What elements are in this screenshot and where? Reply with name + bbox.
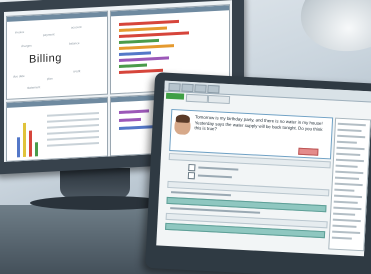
list-row[interactable] [337,134,366,139]
checkbox[interactable] [187,171,196,180]
list-row[interactable] [334,188,355,192]
toolbar-button[interactable] [181,83,194,93]
list-row[interactable] [334,182,363,187]
chart-bar [119,109,149,114]
list-row[interactable] [335,158,364,163]
form-text-line [197,174,232,179]
chart-bar [119,51,151,56]
response-form [165,152,331,246]
chart-bar [119,44,174,50]
grid-line [47,142,99,147]
chart-column [23,122,26,158]
grid-line [47,136,99,141]
form-text-line [170,191,231,197]
chart-bar [119,125,155,130]
toolbar-button[interactable] [207,84,220,94]
laptop-screen: Tomorrow is my birthday party, and there… [156,80,371,257]
list-row[interactable] [333,206,362,211]
list-row[interactable] [337,122,366,127]
tab[interactable] [185,93,209,103]
grid-line [47,112,99,117]
pane-titlebar [7,97,107,108]
grid-line [47,118,99,123]
chart-column [35,142,38,157]
billing-pane: invoice payment account charges balance … [6,10,108,100]
column-chart-pane [6,96,108,162]
form-text-line [198,166,239,171]
tab[interactable] [207,94,231,105]
chart-bar [119,19,179,26]
list-row[interactable] [332,230,361,235]
list-row[interactable] [333,200,358,204]
chart-column [17,137,20,158]
list-row[interactable] [333,212,356,216]
side-list-panel [328,117,371,252]
reply-button[interactable] [298,147,319,156]
list-row[interactable] [331,236,352,240]
pane-titlebar [111,5,229,17]
grid-line [47,124,99,129]
active-tab[interactable] [165,92,185,100]
front-laptop: Tomorrow is my birthday party, and there… [145,72,371,274]
list-row[interactable] [332,218,361,223]
list-row[interactable] [337,128,362,132]
pane-titlebar [7,11,107,22]
chart-bar [119,26,167,32]
list-row[interactable] [334,194,363,199]
chart-bar [119,31,189,38]
customer-message-panel: Tomorrow is my birthday party, and there… [169,109,334,160]
chart-bar [119,38,159,44]
chart-bar [119,117,141,122]
illustration-scene: invoice payment account charges balance … [0,0,371,274]
back-monitor-stand [60,168,130,198]
chart-column [29,130,32,157]
list-row[interactable] [336,146,365,151]
list-row[interactable] [335,170,364,175]
list-row[interactable] [332,224,357,228]
list-row[interactable] [334,176,360,180]
customer-avatar [174,116,191,136]
chart-bar [119,56,169,62]
list-row[interactable] [336,140,357,144]
toolbar-button[interactable] [168,82,181,92]
chart-bar [119,63,147,68]
list-row[interactable] [335,164,358,168]
customer-message-text: Tomorrow is my birthday party, and there… [194,114,323,132]
billing-title: Billing [29,51,62,66]
toolbar-button[interactable] [194,84,207,93]
checkbox[interactable] [188,163,196,172]
list-row[interactable] [336,152,361,156]
chart-bar [119,68,163,74]
grid-line [47,130,99,135]
